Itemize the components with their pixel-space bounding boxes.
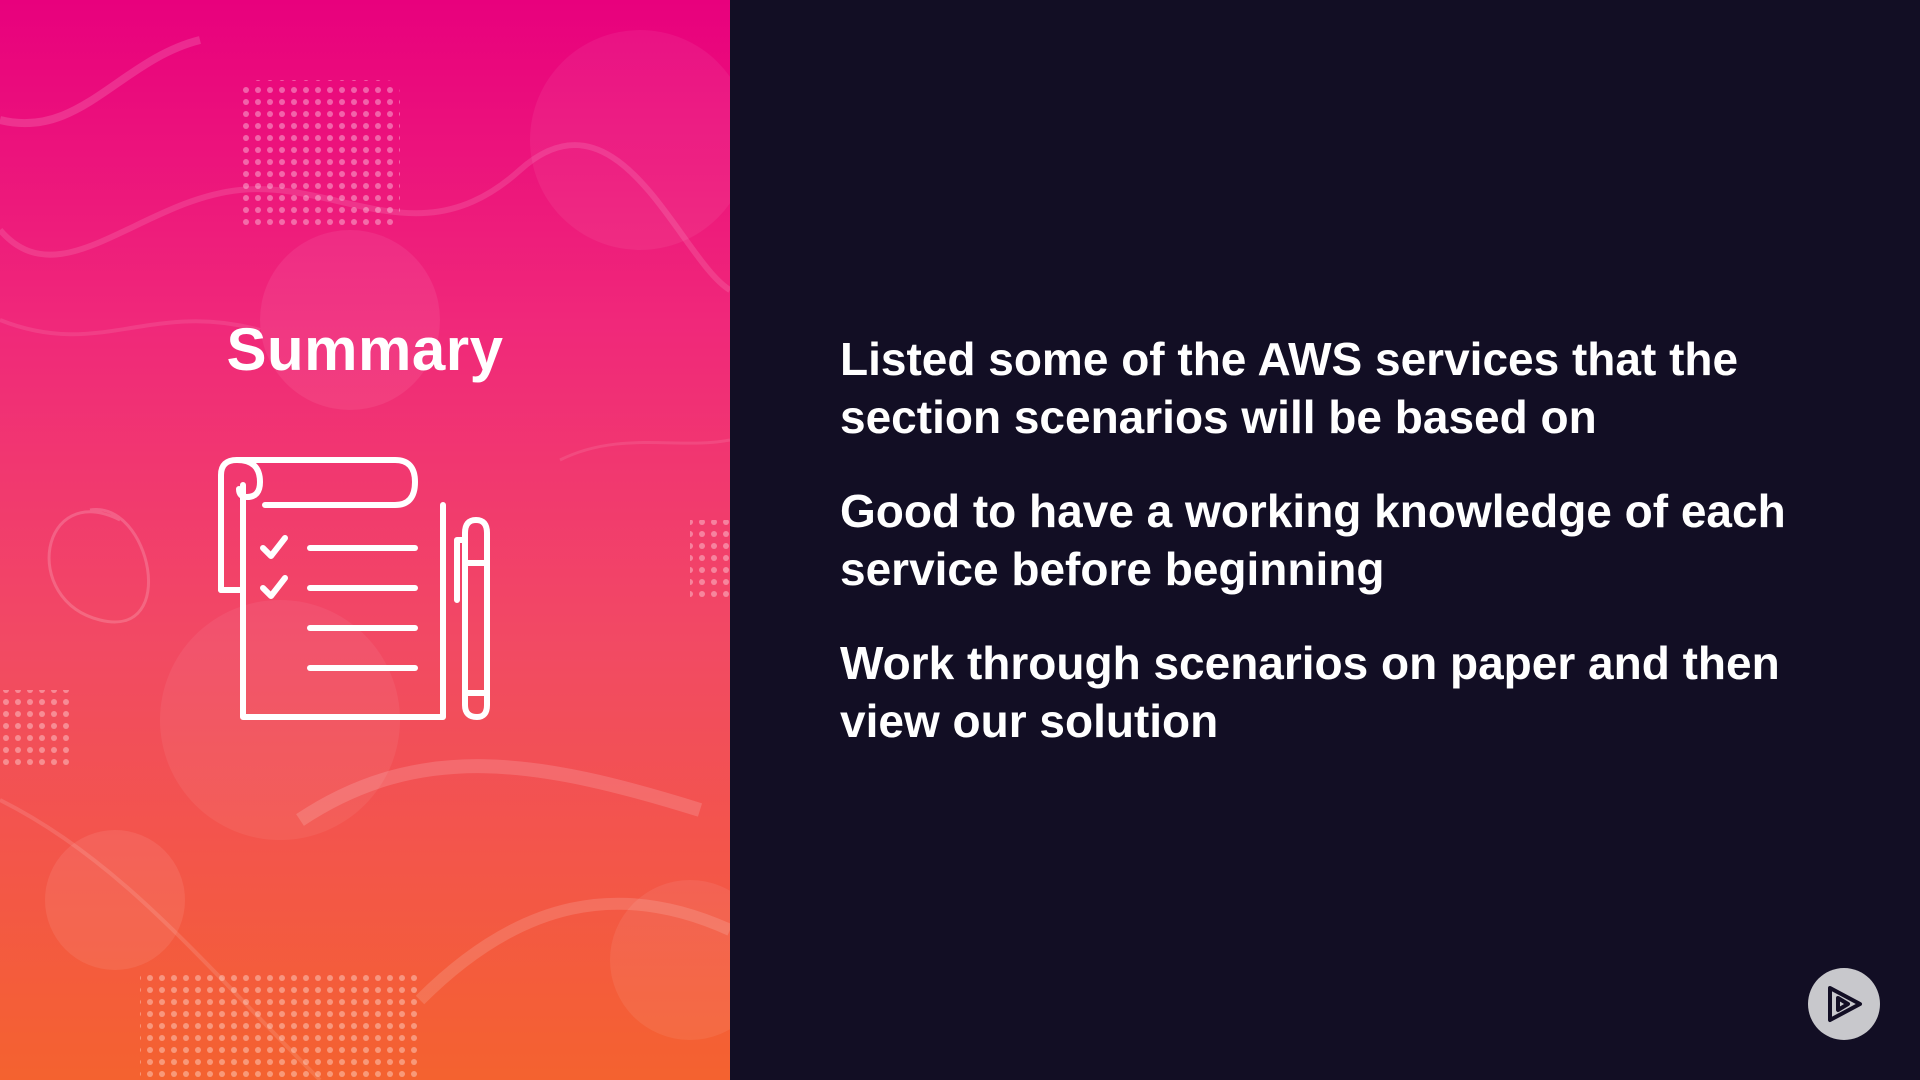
summary-list: Listed some of the AWS services that the… [840, 330, 1880, 786]
summary-point: Work through scenarios on paper and then… [840, 637, 1780, 747]
slide: Summary Listed some of the AWS services … [0, 0, 1920, 1080]
slide-title: Summary [226, 316, 504, 383]
left-panel: Summary [0, 0, 730, 1080]
checklist-icon [218, 457, 490, 720]
summary-point: Listed some of the AWS services that the… [840, 333, 1739, 443]
right-panel: Listed some of the AWS services that the… [730, 0, 1920, 1080]
summary-point: Good to have a working knowledge of each… [840, 485, 1786, 595]
play-logo-icon [1808, 968, 1880, 1040]
